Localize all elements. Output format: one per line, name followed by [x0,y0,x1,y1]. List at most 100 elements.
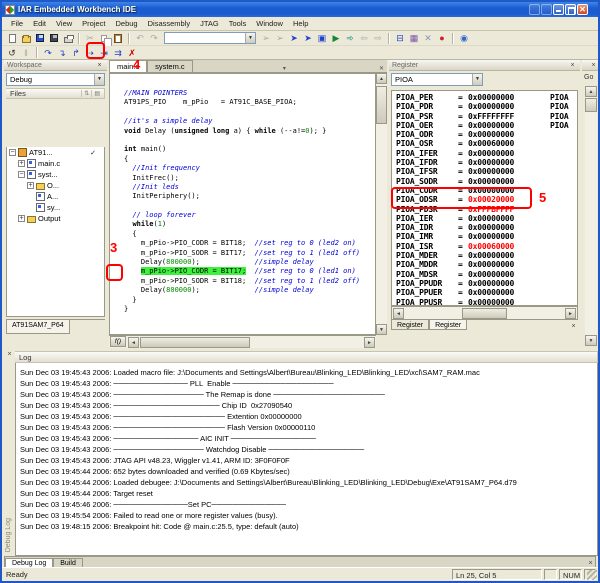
register-row-pioa_per[interactable]: PIOA_PER=0x00000000PIOA [392,93,577,102]
step-over-button[interactable]: ↷ [42,47,55,59]
menu-debug[interactable]: Debug [111,18,143,29]
tree-item-sy[interactable]: sy... [7,202,104,213]
register-row-pioa_ppudr[interactable]: PIOA_PPUDR=0x00000000 [392,279,577,288]
register-row-pioa_pdr[interactable]: PIOA_PDR=0x00000000PIOA [392,102,577,111]
previous-bookmark-button[interactable]: ⇦ [358,32,371,44]
scroll-up-icon[interactable]: ▲ [585,86,597,97]
paste-button[interactable] [112,32,125,44]
register-row-pioa_oer[interactable]: PIOA_OER=0x00000000PIOA [392,121,577,130]
scroll-right-icon[interactable]: ► [364,337,375,348]
workspace-close-icon[interactable]: × [95,61,104,70]
register-row-pioa_ppuer[interactable]: PIOA_PPUER=0x00000000 [392,288,577,297]
tab-list-icon[interactable]: ▾ [283,65,289,72]
menu-jtag[interactable]: JTAG [195,18,224,29]
register-row-pioa_ifdr[interactable]: PIOA_IFDR=0x00000000 [392,158,577,167]
menu-view[interactable]: View [51,18,77,29]
reset-button[interactable]: ↺ [6,47,19,59]
scroll-down-icon[interactable]: ▼ [376,324,387,335]
tree-expander-icon[interactable]: + [27,182,34,189]
tab-main-c[interactable]: main.c [109,60,147,72]
menu-disassembly[interactable]: Disassembly [143,18,196,29]
menu-edit[interactable]: Edit [28,18,51,29]
register-row-pioa_ifsr[interactable]: PIOA_IFSR=0x00000000 [392,167,577,176]
menu-project[interactable]: Project [77,18,110,29]
scroll-right-icon[interactable]: ► [565,308,576,319]
make-button[interactable]: ▶ [330,32,343,44]
maximize-button[interactable] [565,4,576,15]
log-content[interactable]: Sun Dec 03 19:45:43 2006: Loaded macro f… [15,363,598,556]
register-row-pioa_mder[interactable]: PIOA_MDER=0x00000000 [392,251,577,260]
register-row-pioa_psr[interactable]: PIOA_PSR=0xFFFFFFFFPIOA [392,112,577,121]
new-document-button[interactable] [6,32,19,44]
register-row-pioa_mddr[interactable]: PIOA_MDDR=0x00000000 [392,260,577,269]
debug-button[interactable]: ● [436,32,449,44]
tree-item-a[interactable]: A... [7,191,104,202]
workspace-project-tab[interactable]: AT91SAM7_P64 [6,320,70,334]
sort-icon[interactable]: ⇅ [81,90,91,97]
menu-tools[interactable]: Tools [224,18,252,29]
scrollbar-thumb[interactable] [462,308,507,319]
undo-button[interactable]: ↶ [134,32,147,44]
chevron-down-icon[interactable]: ▼ [245,33,255,43]
search-combo-value[interactable] [165,33,245,43]
step-out-button[interactable]: ↱ [70,47,83,59]
tree-expander-icon[interactable]: − [9,149,16,156]
chevron-down-icon[interactable]: ▼ [472,74,482,85]
register-tabs-close-icon[interactable]: × [569,320,578,331]
menu-help[interactable]: Help [288,18,313,29]
tree-expander-icon[interactable]: + [18,160,25,167]
tree-expander-icon[interactable]: − [18,171,25,178]
scrollbar-thumb[interactable] [376,86,387,124]
macro-quicklaunch-button[interactable]: ◉ [458,32,471,44]
next-bookmark-button[interactable]: ⇨ [372,32,385,44]
scrollbar-thumb[interactable] [585,98,597,112]
tree-expander-icon[interactable]: + [18,215,25,222]
scrollbar-thumb[interactable] [140,337,250,348]
minimize-button[interactable] [553,4,564,15]
register-row-pioa_mdsr[interactable]: PIOA_MDSR=0x00000000 [392,270,577,279]
tab-system-c[interactable]: system.c [147,60,193,72]
register-tab-0[interactable]: Register [391,320,429,330]
search-combo[interactable]: ▼ [164,32,256,44]
source-browser-button[interactable]: ⊟ [394,32,407,44]
options-icon[interactable]: ▤ [91,90,100,97]
workspace-file-tree[interactable]: −AT91...✓+main.c−syst...+O...A...sy...+O… [6,147,105,317]
find-previous-button[interactable]: ➢ [260,32,273,44]
tree-item-mainc[interactable]: +main.c [7,158,104,169]
chevron-down-icon[interactable]: ▼ [94,74,104,85]
redo-button[interactable]: ↷ [148,32,161,44]
tree-item-syst[interactable]: −syst... [7,169,104,180]
register-close-icon[interactable]: × [568,61,577,70]
register-row-pioa_ifer[interactable]: PIOA_IFER=0x00000000 [392,149,577,158]
scroll-left-icon[interactable]: ◄ [128,337,139,348]
menu-window[interactable]: Window [251,18,288,29]
disable-breakpoints-button[interactable]: ✕ [422,32,435,44]
find-next-button[interactable]: ➢ [274,32,287,44]
project-options-button[interactable]: ▦ [408,32,421,44]
register-tab-1[interactable]: Register [429,320,467,330]
editor-close-icon[interactable]: ✕ [379,65,387,72]
scroll-left-icon[interactable]: ◄ [393,308,404,319]
register-row-pioa_ppusr[interactable]: PIOA_PPUSR=0x00000000 [392,298,577,306]
save-all-button[interactable] [48,32,61,44]
compile-button[interactable]: ➾ [344,32,357,44]
files-column-header[interactable]: Files ⇅ ▤ [6,88,105,99]
print-button[interactable] [62,32,75,44]
step-into-button[interactable]: ↴ [56,47,69,59]
save-button[interactable] [34,32,47,44]
register-row-pioa_osr[interactable]: PIOA_OSR=0x00060000 [392,139,577,148]
code-area[interactable]: //MAIN POINTERSAT91PS_PIO m_pPio = AT91C… [109,73,376,335]
register-row-pioa_ier[interactable]: PIOA_IER=0x00000000 [392,214,577,223]
register-group-combo[interactable]: PIOA ▼ [391,73,483,86]
toggle-breakpoint-button[interactable]: ➤ [288,32,301,44]
log-close-icon[interactable]: × [5,350,14,359]
register-row-pioa_odr[interactable]: PIOA_ODR=0x00000000 [392,130,577,139]
tree-item-at91[interactable]: −AT91...✓ [7,147,104,158]
go-button[interactable]: ⇉ [112,47,125,59]
register-row-pioa_idr[interactable]: PIOA_IDR=0x00000000 [392,223,577,232]
enable-breakpoint-button[interactable]: ➤ [302,32,315,44]
resize-grip[interactable] [587,570,597,580]
side-panel-close-icon[interactable]: × [589,61,598,70]
open-button[interactable] [20,32,33,44]
configuration-combo[interactable]: Debug ▼ [6,73,105,86]
